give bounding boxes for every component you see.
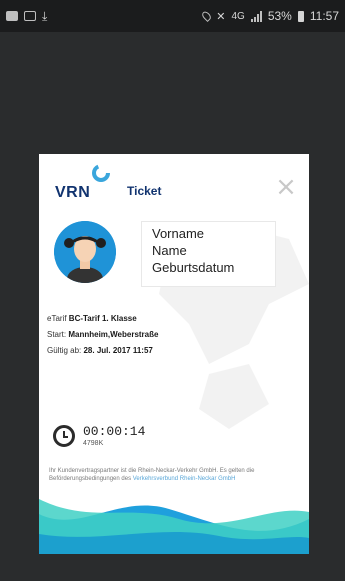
status-right: ✕ 4G 53% 11:57 xyxy=(200,9,339,23)
clock-time: 11:57 xyxy=(309,9,339,23)
ticket-details: eTarif BC-Tarif 1. Klasse Start: Mannhei… xyxy=(47,311,158,359)
dim-overlay[interactable]: VRN Ticket × Vorname Name Geburtsdatum e xyxy=(0,32,345,581)
tariff-value: BC-Tarif 1. Klasse xyxy=(68,314,137,323)
close-button[interactable]: × xyxy=(275,174,297,200)
vrn-logo: VRN xyxy=(55,164,110,202)
clock-icon xyxy=(53,424,75,447)
valid-prefix: Gültig ab: xyxy=(47,346,82,355)
vrn-logo-text: VRN xyxy=(55,184,91,201)
signal-icon xyxy=(250,10,262,22)
wave-decoration xyxy=(39,499,309,554)
timer-time: 00:00:14 xyxy=(83,424,146,439)
location-icon xyxy=(200,9,213,23)
timer-values: 00:00:14 4798K xyxy=(83,424,145,447)
photo-icon xyxy=(6,11,18,21)
legal-link[interactable]: Verkehrsverbund Rhein-Neckar GmbH xyxy=(133,476,236,482)
valid-line: Gültig ab: 28. Jul. 2017 11:57 xyxy=(47,343,158,359)
battery-percent: 53% xyxy=(267,9,292,23)
network-type: 4G xyxy=(231,10,245,22)
last-name: Name xyxy=(152,243,187,258)
birthdate: Geburtsdatum xyxy=(152,260,235,275)
avatar xyxy=(54,221,116,283)
tariff-prefix: eTarif xyxy=(47,314,67,323)
first-name: Vorname xyxy=(152,226,205,241)
legal-part-1: Ihr Kundenvertragspartner ist die Rhein-… xyxy=(49,468,227,474)
legal-text: Ihr Kundenvertragspartner ist die Rhein-… xyxy=(49,467,301,483)
ticket-timer: 00:00:14 4798K xyxy=(53,424,145,447)
battery-icon xyxy=(297,10,304,22)
status-bar: ⤓ ✕ 4G 53% 11:57 xyxy=(0,0,345,32)
ticket-code: 4798K xyxy=(83,440,104,447)
valid-value: 28. Jul. 2017 11:57 xyxy=(83,346,153,355)
status-left: ⤓ xyxy=(6,10,47,22)
vrn-swirl-icon xyxy=(92,164,110,182)
user-avatar-icon xyxy=(54,221,116,283)
image-icon xyxy=(24,11,36,21)
start-value: Mannheim,Weberstraße xyxy=(68,330,159,339)
holder-info: Vorname Name Geburtsdatum xyxy=(141,221,276,287)
tariff-line: eTarif BC-Tarif 1. Klasse xyxy=(47,311,158,327)
mute-icon: ✕ xyxy=(216,10,226,23)
start-prefix: Start: xyxy=(47,330,67,339)
ticket-card: VRN Ticket × Vorname Name Geburtsdatum e xyxy=(39,154,309,554)
start-line: Start: Mannheim,Weberstraße xyxy=(47,327,158,343)
ticket-label: Ticket xyxy=(127,184,162,198)
download-icon: ⤓ xyxy=(42,9,48,23)
